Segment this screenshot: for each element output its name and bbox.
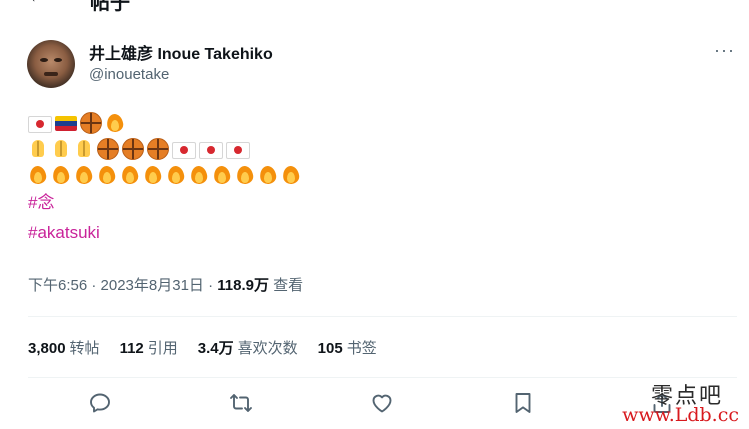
stat-number: 3.4万	[197, 340, 234, 357]
arrow-left-icon[interactable]: ←	[28, 0, 46, 7]
stat-label: 书签	[346, 340, 377, 357]
tweet-text: #念 #akatsuki	[28, 110, 302, 248]
tweet-time[interactable]: 下午6:56 · 2023年8月31日 ·	[28, 277, 217, 294]
likes-stat[interactable]: 3.4万 喜欢次数	[198, 337, 298, 358]
stat-label: 转帖	[69, 340, 100, 357]
fire-icon	[189, 164, 209, 186]
reply-icon[interactable]	[88, 391, 116, 419]
fire-icon	[166, 164, 186, 186]
folded-hands-icon	[28, 139, 48, 159]
bookmark-icon[interactable]	[511, 391, 539, 419]
like-icon[interactable]	[370, 391, 398, 419]
top-bar: ← 帖子	[0, 0, 749, 14]
fire-icon	[143, 164, 163, 186]
flag-japan-icon	[226, 141, 250, 159]
quotes-stat[interactable]: 112 引用	[120, 337, 178, 358]
folded-hands-icon	[74, 139, 94, 159]
avatar-mouth	[44, 72, 58, 76]
views-label: 查看	[268, 277, 304, 294]
fire-icon	[235, 164, 255, 186]
stat-label: 喜欢次数	[237, 340, 298, 357]
fire-icon	[74, 164, 94, 186]
views-count: 118.9万	[217, 277, 269, 294]
more-options-icon[interactable]: ···	[714, 40, 735, 61]
fire-icon	[97, 164, 117, 186]
page-title: 帖子	[90, 0, 130, 14]
emoji-line	[28, 136, 302, 162]
flag-japan-icon	[172, 141, 196, 159]
flag-venezuela-icon	[55, 115, 77, 131]
stat-label: 引用	[147, 340, 178, 357]
fire-icon	[28, 164, 48, 186]
emoji-line	[28, 110, 302, 136]
fire-icon	[105, 112, 125, 134]
stat-number: 105	[317, 340, 343, 357]
flag-japan-icon	[28, 115, 52, 133]
fire-icon	[258, 164, 278, 186]
hashtag-link[interactable]: #念	[28, 188, 302, 218]
folded-hands-icon	[51, 139, 71, 159]
tweet-timestamp: 下午6:56 · 2023年8月31日 · 118.9万 查看	[28, 274, 303, 295]
divider	[28, 377, 737, 378]
bookmarks-stat[interactable]: 105 书签	[318, 337, 377, 358]
tweet-stats: 3,800 转帖 112 引用 3.4万 喜欢次数 105 书签	[28, 337, 377, 358]
basketball-icon	[122, 138, 144, 160]
hashtag-link[interactable]: #akatsuki	[28, 218, 302, 248]
basketball-icon	[147, 138, 169, 160]
stat-number: 3,800	[28, 340, 66, 357]
fire-icon	[212, 164, 232, 186]
emoji-line	[28, 162, 302, 188]
basketball-icon	[97, 138, 119, 160]
retweet-icon[interactable]	[229, 391, 257, 419]
flag-japan-icon	[199, 141, 223, 159]
avatar[interactable]	[27, 40, 75, 88]
author-display-name[interactable]: 井上雄彦 Inoue Takehiko	[89, 40, 273, 64]
divider	[28, 316, 737, 317]
watermark-url: www.Ldb.cc	[622, 404, 739, 426]
stat-number: 112	[119, 340, 144, 357]
author-handle[interactable]: @inouetake	[89, 66, 169, 83]
fire-icon	[120, 164, 140, 186]
fire-icon	[51, 164, 71, 186]
fire-icon	[281, 164, 301, 186]
retweets-stat[interactable]: 3,800 转帖	[28, 337, 100, 358]
avatar-eye	[54, 58, 62, 62]
basketball-icon	[80, 112, 102, 134]
avatar-eye	[40, 58, 48, 62]
